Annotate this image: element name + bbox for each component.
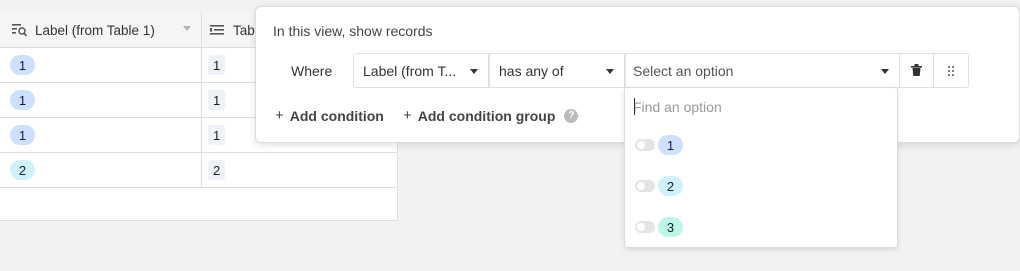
value-select-placeholder: Select an option <box>633 62 734 79</box>
add-condition-group-button[interactable]: + Add condition group ? <box>403 107 579 124</box>
option-toggle[interactable] <box>635 180 655 192</box>
table-row[interactable]: 2 2 <box>0 153 398 188</box>
label-cell[interactable]: 1 <box>0 83 202 117</box>
value-chip: 1 <box>208 125 226 145</box>
option-pill: 1 <box>658 135 683 155</box>
find-option-input[interactable] <box>633 96 883 118</box>
label-pill: 1 <box>10 125 35 145</box>
delete-condition-button[interactable] <box>899 53 934 88</box>
add-condition-button[interactable]: + Add condition <box>275 107 384 124</box>
label-pill: 2 <box>10 160 35 180</box>
option-pill: 2 <box>658 176 683 196</box>
option-item[interactable]: 2 <box>635 174 885 198</box>
value-chip: 1 <box>208 90 226 110</box>
filter-title: In this view, show records <box>273 23 433 39</box>
chevron-down-icon <box>470 69 478 74</box>
lookup-icon <box>12 23 28 37</box>
drag-handle-button[interactable] <box>933 53 969 88</box>
option-item[interactable]: 1 <box>635 133 885 157</box>
option-dropdown: 1 2 3 <box>624 87 898 248</box>
option-toggle[interactable] <box>635 221 655 233</box>
column-header-label-text: Label (from Table 1) <box>35 22 155 38</box>
help-icon[interactable]: ? <box>564 108 579 123</box>
add-condition-group-label: Add condition group <box>417 107 556 124</box>
field-select[interactable]: Label (from T... <box>353 53 489 88</box>
trash-icon <box>911 63 922 79</box>
option-pill: 3 <box>658 217 683 237</box>
label-cell[interactable]: 1 <box>0 118 202 152</box>
option-item[interactable]: 3 <box>635 215 885 239</box>
table-cell[interactable]: 2 <box>202 153 398 187</box>
chevron-down-icon[interactable] <box>183 26 191 31</box>
chevron-down-icon <box>606 69 614 74</box>
where-label: Where <box>291 63 333 79</box>
field-select-value: Label (from T... <box>363 62 457 79</box>
add-condition-label: Add condition <box>289 107 384 124</box>
value-chip: 1 <box>208 55 226 75</box>
label-cell[interactable]: 1 <box>0 48 202 82</box>
value-select[interactable]: Select an option <box>625 53 900 88</box>
text-cursor <box>634 98 635 115</box>
label-cell[interactable]: 2 <box>0 153 202 187</box>
column-header-table-text: Tab <box>233 22 255 38</box>
chevron-down-icon <box>881 69 889 74</box>
column-header-label[interactable]: Label (from Table 1) <box>0 12 202 48</box>
option-toggle[interactable] <box>635 139 655 151</box>
label-pill: 1 <box>10 55 35 75</box>
value-chip: 2 <box>208 160 226 180</box>
plus-icon: + <box>275 107 284 124</box>
operator-select-value: has any of <box>499 62 564 79</box>
drag-handle-icon <box>948 63 954 79</box>
rollup-icon <box>210 23 226 37</box>
operator-select[interactable]: has any of <box>489 53 625 88</box>
plus-icon: + <box>403 107 412 124</box>
label-pill: 1 <box>10 90 35 110</box>
